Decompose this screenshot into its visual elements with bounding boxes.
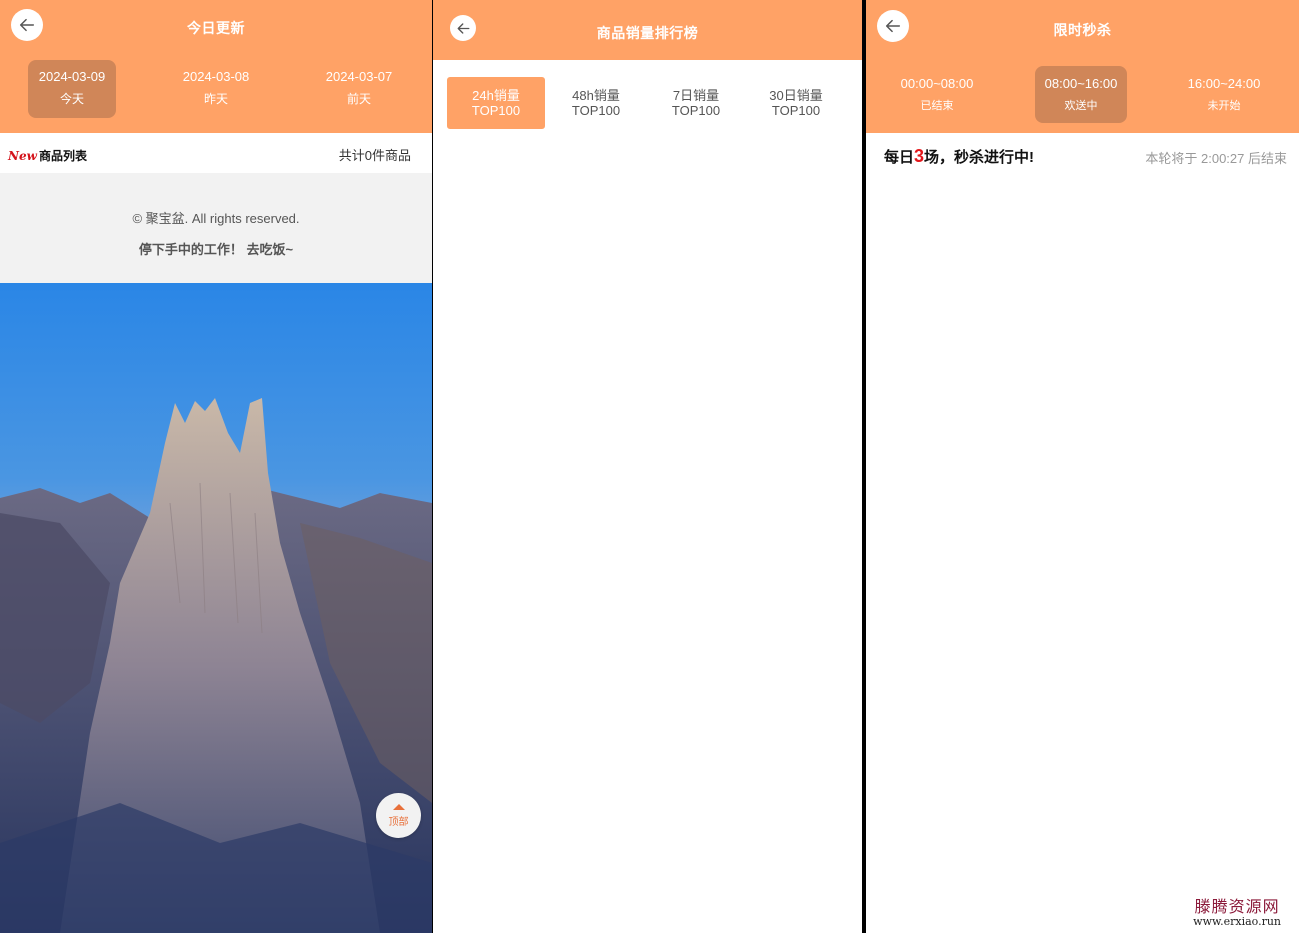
- watermark: 滕腾资源网 www.erxiao.run: [1193, 893, 1281, 928]
- date-tab-label: 前天: [346, 92, 371, 106]
- copyright-text: © 聚宝盆. All rights reserved.: [132, 211, 300, 226]
- flash-sale-panel: 限时秒杀 00:00~08:00 已结束 08:00~16:00 欢送中 16:…: [866, 0, 1299, 933]
- tab-line2: TOP100: [671, 103, 721, 118]
- page-footer: © 聚宝盆. All rights reserved. 停下手中的工作！ 去吃饭…: [0, 173, 432, 283]
- banner-suffix: 场，秒杀进行中!: [924, 149, 1035, 166]
- time-slot-status: 未开始: [1207, 100, 1241, 112]
- tab-line1: 48h销量: [572, 88, 620, 103]
- tab-line2: TOP100: [471, 103, 521, 118]
- date-tab-date: 2024-03-08: [182, 69, 250, 84]
- today-updates-panel: 今日更新 2024-03-09 今天 2024-03-08 昨天 2024-03…: [0, 0, 432, 933]
- date-tabs: 2024-03-09 今天 2024-03-08 昨天 2024-03-07 前…: [0, 60, 432, 118]
- date-tab-today[interactable]: 2024-03-09 今天: [28, 60, 116, 118]
- banner-prefix: 每日: [884, 149, 915, 166]
- tab-line1: 30日销量: [769, 88, 823, 103]
- page-title: 今日更新: [187, 20, 245, 36]
- date-tab-day-before[interactable]: 2024-03-07 前天: [315, 60, 403, 118]
- tab-line2: TOP100: [771, 103, 821, 118]
- tab-30d-sales[interactable]: 30日销量 TOP100: [747, 77, 845, 129]
- new-mark: New: [8, 149, 37, 163]
- flash-sale-banner: 每日3场，秒杀进行中!: [884, 146, 1034, 167]
- watermark-name: 滕腾资源网: [1194, 897, 1280, 916]
- page-title: 限时秒杀: [1053, 22, 1112, 38]
- back-to-top-button[interactable]: 顶部: [376, 793, 421, 838]
- tab-line2: TOP100: [571, 103, 621, 118]
- time-slot-time: 16:00~24:00: [1187, 76, 1261, 91]
- today-updates-header: 今日更新 2024-03-09 今天 2024-03-08 昨天 2024-03…: [0, 0, 432, 133]
- time-slot-time: 08:00~16:00: [1044, 76, 1118, 91]
- date-tab-label: 今天: [59, 92, 84, 106]
- countdown-text: 本轮将于 2:00:27 后结束: [1145, 151, 1287, 166]
- time-slot-evening[interactable]: 16:00~24:00 未开始: [1178, 66, 1270, 123]
- footer-slogan: 停下手中的工作！ 去吃饭~: [138, 242, 294, 257]
- tab-7d-sales[interactable]: 7日销量 TOP100: [647, 77, 745, 129]
- sales-ranking-header: 商品销量排行榜: [433, 0, 862, 60]
- back-to-top-label: 顶部: [388, 817, 409, 828]
- banner-count: 3: [914, 146, 925, 166]
- product-list-title: New 商品列表: [8, 147, 87, 164]
- time-slot-status: 欢送中: [1064, 100, 1098, 112]
- background-landscape-image: [0, 283, 432, 933]
- caret-up-icon: [392, 804, 405, 810]
- product-count: 共计0件商品: [338, 148, 411, 163]
- date-tab-date: 2024-03-07: [325, 69, 393, 84]
- date-tab-date: 2024-03-09: [38, 69, 106, 84]
- tab-24h-sales[interactable]: 24h销量 TOP100: [447, 77, 545, 129]
- date-tab-yesterday[interactable]: 2024-03-08 昨天: [172, 60, 260, 118]
- tab-48h-sales[interactable]: 48h销量 TOP100: [547, 77, 645, 129]
- page-title: 商品销量排行榜: [596, 25, 699, 41]
- watermark-url: www.erxiao.run: [1193, 915, 1281, 928]
- time-slot-morning[interactable]: 00:00~08:00 已结束: [891, 66, 983, 123]
- product-list-bar: New 商品列表 共计0件商品: [0, 133, 432, 173]
- product-list-label: 商品列表: [38, 149, 87, 163]
- flash-sale-header: 限时秒杀 00:00~08:00 已结束 08:00~16:00 欢送中 16:…: [866, 0, 1299, 133]
- tab-line1: 7日销量: [672, 88, 720, 103]
- time-slot-status: 已结束: [920, 100, 954, 112]
- tab-line1: 24h销量: [472, 88, 520, 103]
- sales-ranking-panel: 商品销量排行榜 24h销量 TOP100 48h销量 TOP100 7日销量 T…: [433, 0, 862, 933]
- date-tab-label: 昨天: [203, 92, 228, 106]
- time-slot-time: 00:00~08:00: [900, 76, 974, 91]
- time-slot-day[interactable]: 08:00~16:00 欢送中: [1035, 66, 1127, 123]
